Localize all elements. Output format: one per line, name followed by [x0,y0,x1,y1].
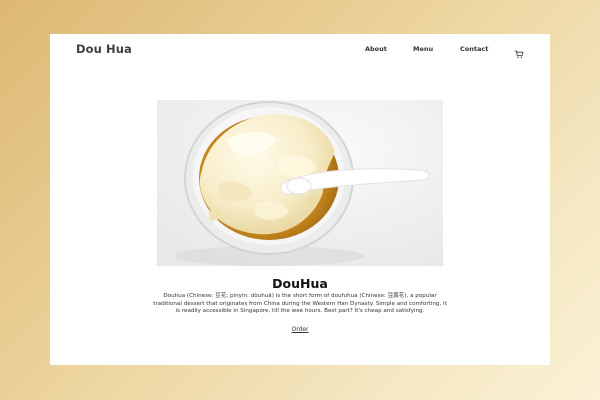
order-link[interactable]: Order [50,326,550,333]
douhua-bowl-illustration [157,100,443,266]
shopping-cart-icon[interactable] [514,44,524,58]
cart-glyph [514,50,524,58]
brand-logo[interactable]: Dou Hua [76,42,132,56]
product-title: DouHua [272,276,328,291]
product-description: Douhua (Chinese: 豆花; pinyin: dòuhuā) is … [153,293,447,315]
website-page: Dou Hua About Menu Contact DouHua Douhua… [50,34,550,365]
top-navigation: Dou Hua About Menu Contact [50,34,550,66]
hero-image [157,100,443,266]
nav-link-about[interactable]: About [365,45,387,53]
nav-link-menu[interactable]: Menu [413,45,433,53]
nav-link-contact[interactable]: Contact [460,45,488,53]
